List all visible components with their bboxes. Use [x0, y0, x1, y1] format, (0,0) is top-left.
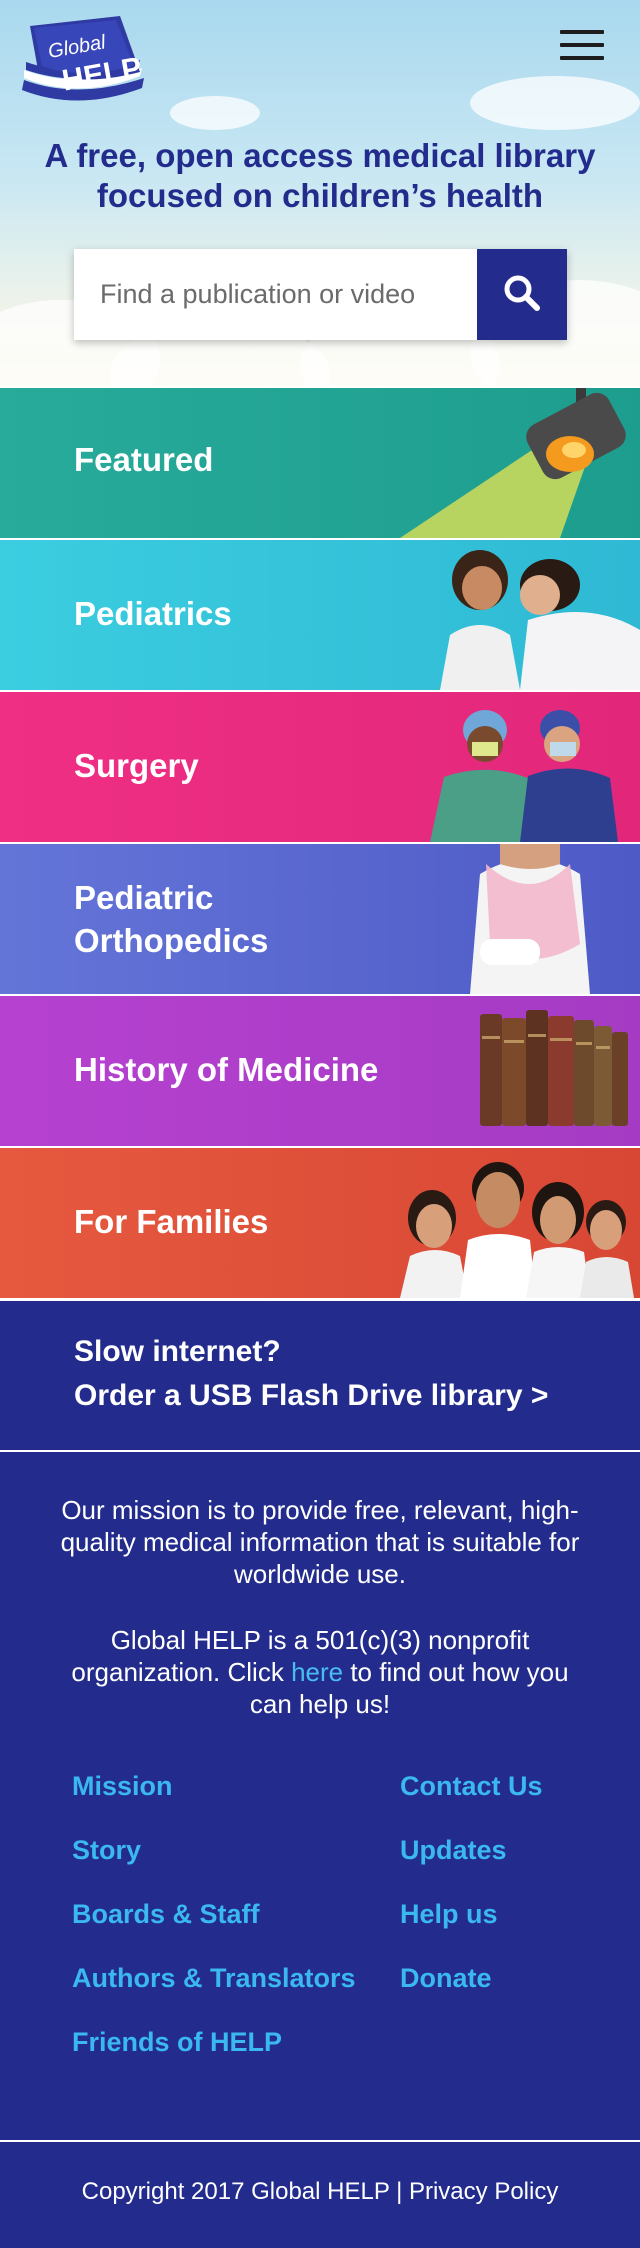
footer-link-contact-us[interactable]: Contact Us: [400, 1771, 543, 1802]
usb-order-link[interactable]: Order a USB Flash Drive library >: [74, 1379, 548, 1413]
surgery-photo: [430, 710, 618, 842]
footer-link-mission[interactable]: Mission: [72, 1771, 173, 1802]
category-label-line1: Pediatric: [74, 879, 214, 916]
orthopedics-photo: [470, 844, 590, 994]
category-pediatric-orthopedics[interactable]: Pediatric Orthopedics: [0, 844, 640, 994]
menu-bar: [560, 56, 604, 60]
category-label: Featured: [74, 441, 214, 478]
footer-link-help-us[interactable]: Help us: [400, 1899, 498, 1930]
cloud-decoration: [170, 96, 260, 130]
category-pediatrics[interactable]: Pediatrics: [0, 540, 640, 690]
copyright-bar: Copyright 2017 Global HELP | Privacy Pol…: [0, 2142, 640, 2248]
copyright-text[interactable]: Copyright 2017 Global HELP | Privacy Pol…: [0, 2178, 640, 2206]
category-label: History of Medicine: [74, 1051, 379, 1088]
tagline: A free, open access medical library focu…: [44, 137, 596, 214]
pediatrics-photo: [440, 550, 640, 690]
category-history-of-medicine[interactable]: History of Medicine: [0, 996, 640, 1146]
globalhelp-logo[interactable]: Global HELP: [18, 14, 148, 122]
menu-bar: [560, 30, 604, 34]
category-surgery[interactable]: Surgery: [0, 692, 640, 842]
usb-flash-drive-promo[interactable]: Slow internet? Order a USB Flash Drive l…: [0, 1301, 640, 1450]
spotlight-icon: [400, 388, 626, 538]
category-featured[interactable]: Featured: [0, 388, 640, 538]
page: Global HELP A free, open access medical …: [0, 0, 640, 2248]
search-bar: [74, 249, 567, 340]
menu-bar: [560, 43, 604, 47]
footer: Our mission is to provide free, relevant…: [0, 1452, 640, 2140]
mission-statement: Our mission is to provide free, relevant…: [60, 1495, 580, 1589]
category-label: For Families: [74, 1203, 269, 1240]
footer-link-friends-of-help[interactable]: Friends of HELP: [72, 2027, 282, 2058]
category-label: Surgery: [74, 747, 199, 784]
nonprofit-statement: Global HELP is a 501(c)(3) nonprofit org…: [60, 1624, 580, 1720]
family-photo: [400, 1162, 634, 1298]
category-label: Pediatrics: [74, 595, 232, 632]
category-label-line2: Orthopedics: [74, 922, 269, 959]
footer-link-boards-staff[interactable]: Boards & Staff: [72, 1899, 260, 1930]
footer-link-donate[interactable]: Donate: [400, 1963, 492, 1994]
footer-link-story[interactable]: Story: [72, 1835, 141, 1866]
search-button[interactable]: [477, 249, 567, 340]
menu-icon[interactable]: [560, 30, 604, 64]
here-link[interactable]: here: [291, 1657, 343, 1687]
cloud-decoration: [470, 76, 640, 130]
search-input[interactable]: [74, 249, 477, 340]
hero-header: Global HELP A free, open access medical …: [0, 0, 640, 388]
usb-line-1: Slow internet?: [74, 1335, 281, 1368]
footer-link-updates[interactable]: Updates: [400, 1835, 507, 1866]
search-icon: [504, 275, 540, 311]
footer-link-authors-translators[interactable]: Authors & Translators: [72, 1963, 356, 1994]
category-for-families[interactable]: For Families: [0, 1148, 640, 1298]
books-photo: [480, 1010, 628, 1126]
